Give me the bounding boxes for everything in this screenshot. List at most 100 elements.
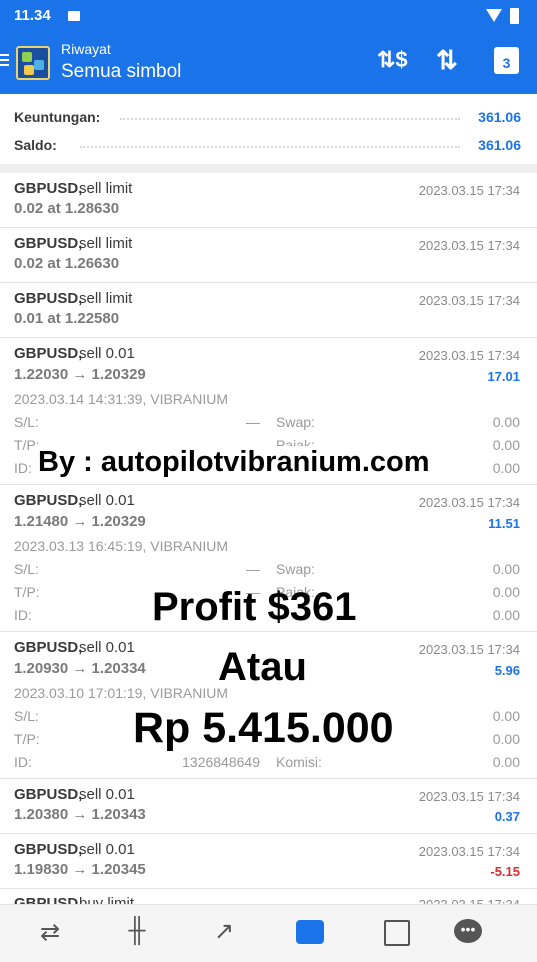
metatrader-logo-icon <box>16 46 50 80</box>
gallery-notification-icon <box>68 11 80 21</box>
deal-symbol: GBPUSD, <box>14 492 83 509</box>
deal-time: 2023.03.15 17:34 <box>418 789 520 804</box>
order-type: sell limit <box>79 290 133 307</box>
profit-label: Keuntungan: <box>14 109 101 125</box>
deal-type: sell 0.01 <box>79 492 135 509</box>
order-symbol: GBPUSD, <box>14 235 83 252</box>
order-time: 2023.03.15 17:34 <box>418 183 520 198</box>
calendar-icon[interactable]: 3 <box>494 47 519 74</box>
order-symbol: GBPUSD, <box>14 180 83 197</box>
overlay-byline: By : autopilotvibranium.com <box>36 446 432 479</box>
order-row[interactable]: GBPUSD, sell limit 0.02 at 1.28630 2023.… <box>0 173 537 227</box>
comm-value: 0.00 <box>492 460 520 476</box>
order-type: sell limit <box>79 235 133 252</box>
deal-symbol: GBPUSD, <box>14 786 83 803</box>
tax-value: 0.00 <box>492 437 520 453</box>
deal-symbol: GBPUSD, <box>14 841 83 858</box>
deal-symbol: GBPUSD, <box>14 639 83 656</box>
sort-icon[interactable]: ⇅ <box>436 45 458 76</box>
menu-icon[interactable] <box>0 54 12 70</box>
deal-type: sell 0.01 <box>79 345 135 362</box>
overlay-profit: Profit $361 <box>152 585 357 629</box>
status-time: 11.34 <box>14 7 51 24</box>
deal-prices: 1.20380 → 1.20343 <box>14 806 146 823</box>
page-subtitle: Riwayat <box>61 41 111 57</box>
deal-profit: 11.51 <box>488 516 520 531</box>
status-bar: 11.34 <box>0 0 537 32</box>
deal-prices: 1.21480 → 1.20329 <box>14 513 146 530</box>
deal-profit: 17.01 <box>487 369 520 384</box>
deal-profit: -5.15 <box>490 864 520 879</box>
quotes-icon[interactable]: ⇄ <box>30 918 70 947</box>
sl-label: S/L: <box>14 708 39 724</box>
deal-prices: 1.20930 → 1.20334 <box>14 660 146 677</box>
deal-profit: 5.96 <box>494 663 520 678</box>
chart-candles-icon[interactable]: ╫ <box>117 917 157 945</box>
deal-symbol: GBPUSD, <box>14 345 83 362</box>
deal-time: 2023.03.15 17:34 <box>418 348 520 363</box>
swap-label: Swap: <box>276 561 315 577</box>
deal-type: sell 0.01 <box>79 841 135 858</box>
order-symbol: GBPUSD, <box>14 290 83 307</box>
sl-label: S/L: <box>14 414 39 430</box>
calendar-day: 3 <box>502 55 511 71</box>
tp-label: T/P: <box>14 731 40 747</box>
order-row[interactable]: GBPUSD, sell limit 0.01 at 1.22580 2023.… <box>0 283 537 337</box>
swap-value: 0.00 <box>492 561 520 577</box>
section-divider <box>0 164 537 173</box>
tax-value: 0.00 <box>492 731 520 747</box>
id-label: ID: <box>14 607 32 623</box>
order-time: 2023.03.15 17:34 <box>418 238 520 253</box>
deal-time: 2023.03.15 17:34 <box>418 844 520 859</box>
deal-prices: 1.22030 → 1.20329 <box>14 366 146 383</box>
overlay-or: Atau <box>218 645 307 689</box>
sl-label: S/L: <box>14 561 39 577</box>
balance-value: 361.06 <box>478 137 521 153</box>
comm-label: Komisi: <box>276 754 322 770</box>
deal-profit: 0.37 <box>494 809 520 824</box>
deal-row[interactable]: GBPUSD, sell 0.01 1.19830 → 1.20345 2023… <box>0 834 537 888</box>
order-row[interactable]: GBPUSD, sell limit 0.02 at 1.26630 2023.… <box>0 228 537 282</box>
id-label: ID: <box>14 460 32 476</box>
comm-value: 0.00 <box>492 754 520 770</box>
balance-label: Saldo: <box>14 137 57 153</box>
order-detail: 0.02 at 1.28630 <box>14 200 120 217</box>
deal-prices: 1.19830 → 1.20345 <box>14 861 146 878</box>
swap-label: Swap: <box>276 414 315 430</box>
profit-value: 361.06 <box>478 109 521 125</box>
trade-icon[interactable]: ↗ <box>204 917 244 946</box>
overlay-rupiah: Rp 5.415.000 <box>133 704 394 752</box>
order-time: 2023.03.15 17:34 <box>418 293 520 308</box>
id-value: 1326848649 <box>182 754 260 770</box>
page-title[interactable]: Semua simbol <box>61 61 181 83</box>
sl-value: — <box>246 414 260 430</box>
order-detail: 0.01 at 1.22580 <box>14 310 120 327</box>
history-icon[interactable] <box>296 920 324 944</box>
bottom-nav: ⇄ ╫ ↗ ••• <box>0 904 537 962</box>
tax-value: 0.00 <box>492 584 520 600</box>
leader-dots <box>120 118 460 120</box>
news-icon[interactable] <box>384 920 410 946</box>
swap-value: 0.00 <box>492 414 520 430</box>
wifi-icon <box>486 9 502 22</box>
id-label: ID: <box>14 754 32 770</box>
deal-type: sell 0.01 <box>79 639 135 656</box>
deal-time: 2023.03.15 17:34 <box>418 642 520 657</box>
deal-open-line: 2023.03.14 14:31:39, VIBRANIUM <box>14 391 229 407</box>
tp-label: T/P: <box>14 584 40 600</box>
deal-open-line: 2023.03.10 17:01:19, VIBRANIUM <box>14 685 229 701</box>
deal-row[interactable]: GBPUSD, sell 0.01 1.20380 → 1.20343 2023… <box>0 779 537 833</box>
comm-value: 0.00 <box>492 607 520 623</box>
leader-dots <box>80 146 460 148</box>
app-bar: Riwayat Semua simbol ⇅$ ⇅ 3 <box>0 32 537 94</box>
swap-value: 0.00 <box>492 708 520 724</box>
deal-open-line: 2023.03.13 16:45:19, VIBRANIUM <box>14 538 229 554</box>
sl-value: — <box>246 561 260 577</box>
battery-icon <box>510 8 519 24</box>
chat-icon[interactable]: ••• <box>454 919 482 943</box>
deal-time: 2023.03.15 17:34 <box>418 495 520 510</box>
order-type: sell limit <box>79 180 133 197</box>
currency-filter-icon[interactable]: ⇅$ <box>377 47 408 73</box>
deal-type: sell 0.01 <box>79 786 135 803</box>
summary-panel: Keuntungan: 361.06 Saldo: 361.06 <box>0 94 537 168</box>
